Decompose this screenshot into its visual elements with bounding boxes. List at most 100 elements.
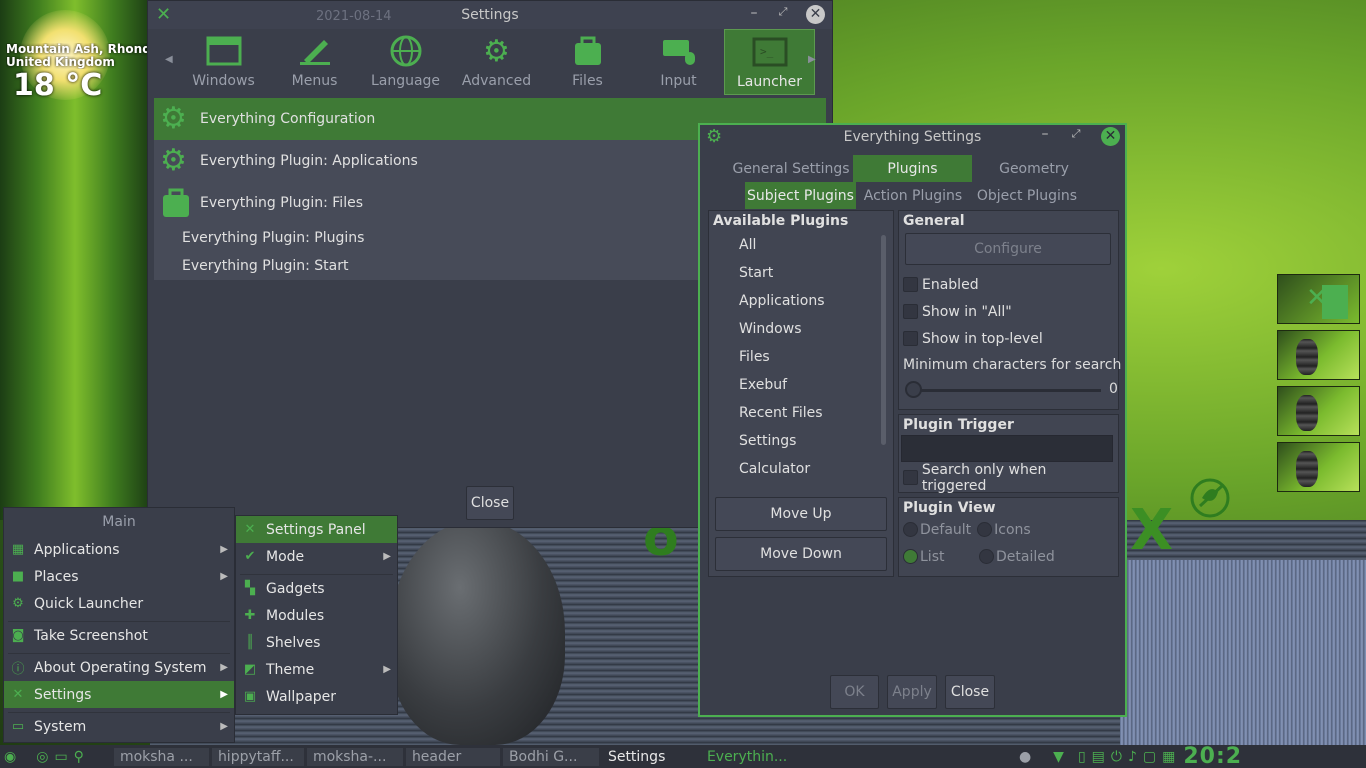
weather-gadget[interactable]: Mountain Ash, Rhondda United Kingdom 18 …	[6, 43, 148, 103]
plugin-list-scrollbar[interactable]	[881, 235, 886, 445]
tool-language-label: Language	[370, 73, 441, 89]
submenu-item-shelves[interactable]: ║ Shelves	[236, 629, 397, 656]
show-in-all-checkbox[interactable]: Show in "All"	[903, 298, 1114, 325]
plugin-item[interactable]: Start	[709, 259, 893, 287]
submenu-item-modules[interactable]: ✚ Modules	[236, 602, 397, 629]
minimize-icon[interactable]: –	[1035, 126, 1055, 142]
plugin-item[interactable]: Settings	[709, 427, 893, 455]
clipboard-icon[interactable]: ▢	[1143, 749, 1156, 765]
tab-general-settings[interactable]: General Settings	[730, 155, 852, 182]
submenu-arrow-icon: ▶	[220, 571, 228, 582]
task-bodhi[interactable]: Bodhi G...	[502, 747, 599, 766]
pager-desk-1[interactable]: ✕	[1277, 274, 1360, 324]
tab-object-plugins[interactable]: Object Plugins	[972, 182, 1082, 209]
plugin-item[interactable]: Recent Files	[709, 399, 893, 427]
tool-launcher[interactable]: >_ Launcher	[724, 29, 815, 95]
moksha-x-icon[interactable]: ✕	[156, 4, 171, 25]
settings-close-button[interactable]: Close	[466, 486, 514, 520]
move-up-button[interactable]: Move Up	[715, 497, 887, 531]
plugin-item[interactable]: Calculator	[709, 455, 893, 483]
minimize-icon[interactable]: –	[744, 5, 764, 21]
show-in-top-level-checkbox[interactable]: Show in top-level	[903, 325, 1114, 352]
pager-desk-4[interactable]	[1277, 442, 1360, 492]
submenu-item-gadgets[interactable]: ▚ Gadgets	[236, 575, 397, 602]
tab-action-plugins[interactable]: Action Plugins	[858, 182, 968, 209]
available-plugins-header: Available Plugins	[713, 213, 849, 229]
menu-item-applications[interactable]: ▦ Applications ▶	[4, 536, 234, 563]
tab-plugins[interactable]: Plugins	[853, 155, 972, 182]
maximize-icon[interactable]: ⤢	[773, 5, 793, 19]
desktop-mat-decoration-right	[1120, 560, 1366, 748]
close-icon[interactable]: ✕	[1101, 127, 1120, 146]
task-everything[interactable]: Everythin...	[700, 747, 797, 766]
close-icon[interactable]: ✕	[806, 5, 825, 24]
submenu-item-mode[interactable]: ✔ Mode ▶	[236, 543, 397, 570]
menu-item-quick-launcher[interactable]: ⚙ Quick Launcher	[4, 590, 234, 617]
task-hippytaff[interactable]: hippytaff...	[211, 747, 304, 766]
volume-icon[interactable]: ♪	[1128, 749, 1137, 765]
puzzle-icon: ✚	[244, 608, 256, 623]
plugin-item[interactable]: Windows	[709, 315, 893, 343]
pager-desk-2[interactable]	[1277, 330, 1360, 380]
dialog-close-button[interactable]: Close	[945, 675, 995, 709]
search-only-triggered-checkbox[interactable]: Search only when triggered	[903, 462, 1114, 494]
maximize-icon[interactable]: ⤢	[1066, 127, 1086, 141]
plugin-item[interactable]: All	[709, 231, 893, 259]
view-icons-radio[interactable]: Icons	[977, 522, 1031, 538]
task-moksha-1[interactable]: moksha ...	[113, 747, 209, 766]
firefox-icon[interactable]: ◎	[36, 749, 48, 765]
settings-titlebar[interactable]: ✕ 2021-08-14 Settings – ⤢ ✕	[148, 1, 832, 29]
min-chars-slider[interactable]: 0	[903, 379, 1118, 401]
lightbulb-icon[interactable]: ●	[1019, 749, 1031, 765]
calendar-icon[interactable]: ▦	[1162, 749, 1175, 765]
task-header[interactable]: header	[405, 747, 500, 766]
battery-icon[interactable]: ▯	[1078, 749, 1086, 765]
file-manager-icon[interactable]: ▭	[54, 749, 67, 765]
checkbox-box	[903, 331, 918, 346]
tool-files[interactable]: Files	[542, 29, 633, 95]
menu-item-settings[interactable]: ✕ Settings ▶	[4, 681, 234, 708]
start-menu-icon[interactable]: ◉	[4, 749, 16, 765]
plugin-item[interactable]: Exebuf	[709, 371, 893, 399]
tool-windows[interactable]: Windows	[178, 29, 269, 95]
tab-subject-plugins[interactable]: Subject Plugins	[745, 182, 856, 209]
tool-menus[interactable]: Menus	[269, 29, 360, 95]
power-icon[interactable]: ⏻	[1111, 749, 1122, 765]
move-down-button[interactable]: Move Down	[715, 537, 887, 571]
tab-geometry[interactable]: Geometry	[972, 155, 1096, 182]
submenu-item-wallpaper[interactable]: ▣ Wallpaper	[236, 683, 397, 710]
toolbar-right-arrow-icon[interactable]: ▶	[808, 54, 816, 65]
tool-input[interactable]: Input	[633, 29, 724, 95]
plugin-item[interactable]: Applications	[709, 287, 893, 315]
view-list-radio[interactable]: List	[903, 549, 973, 565]
ok-button[interactable]: OK	[830, 675, 879, 709]
clock[interactable]: 20:2	[1183, 744, 1242, 768]
task-moksha-2[interactable]: moksha-...	[306, 747, 403, 766]
apply-button[interactable]: Apply	[887, 675, 937, 709]
task-settings[interactable]: Settings	[601, 747, 698, 766]
view-detailed-radio[interactable]: Detailed	[979, 549, 1055, 565]
tool-language[interactable]: Language	[360, 29, 451, 95]
min-chars-value: 0	[1109, 381, 1118, 397]
everything-settings-titlebar[interactable]: ⚙ Everything Settings – ⤢ ✕	[700, 125, 1125, 149]
menu-item-take-screenshot[interactable]: ◙ Take Screenshot	[4, 622, 234, 649]
tool-advanced[interactable]: ⚙ Advanced	[451, 29, 542, 95]
menu-item-system[interactable]: ▭ System ▶	[4, 713, 234, 740]
plugin-list[interactable]: All Start Applications Windows Files Exe…	[709, 231, 893, 477]
plugin-item[interactable]: Files	[709, 343, 893, 371]
enabled-checkbox[interactable]: Enabled	[903, 271, 1114, 298]
submenu-item-settings-panel[interactable]: ✕ Settings Panel	[236, 516, 397, 543]
toolbar-left-arrow-icon[interactable]: ◀	[165, 54, 173, 65]
menu-item-places[interactable]: ■ Places ▶	[4, 563, 234, 590]
menu-item-about[interactable]: ⓘ About Operating System ▶	[4, 654, 234, 681]
submenu-item-theme[interactable]: ◩ Theme ▶	[236, 656, 397, 683]
view-default-radio[interactable]: Default	[903, 522, 971, 538]
slider-handle[interactable]	[905, 381, 922, 398]
pager-desk-3[interactable]	[1277, 386, 1360, 436]
plugin-trigger-input[interactable]	[901, 435, 1113, 462]
configure-button[interactable]: Configure	[905, 233, 1111, 265]
pin-icon[interactable]: ⚲	[74, 749, 84, 765]
pager-stones-icon	[1296, 339, 1318, 375]
wifi-icon[interactable]: ▼	[1053, 749, 1064, 765]
display-icon[interactable]: ▤	[1092, 749, 1105, 765]
